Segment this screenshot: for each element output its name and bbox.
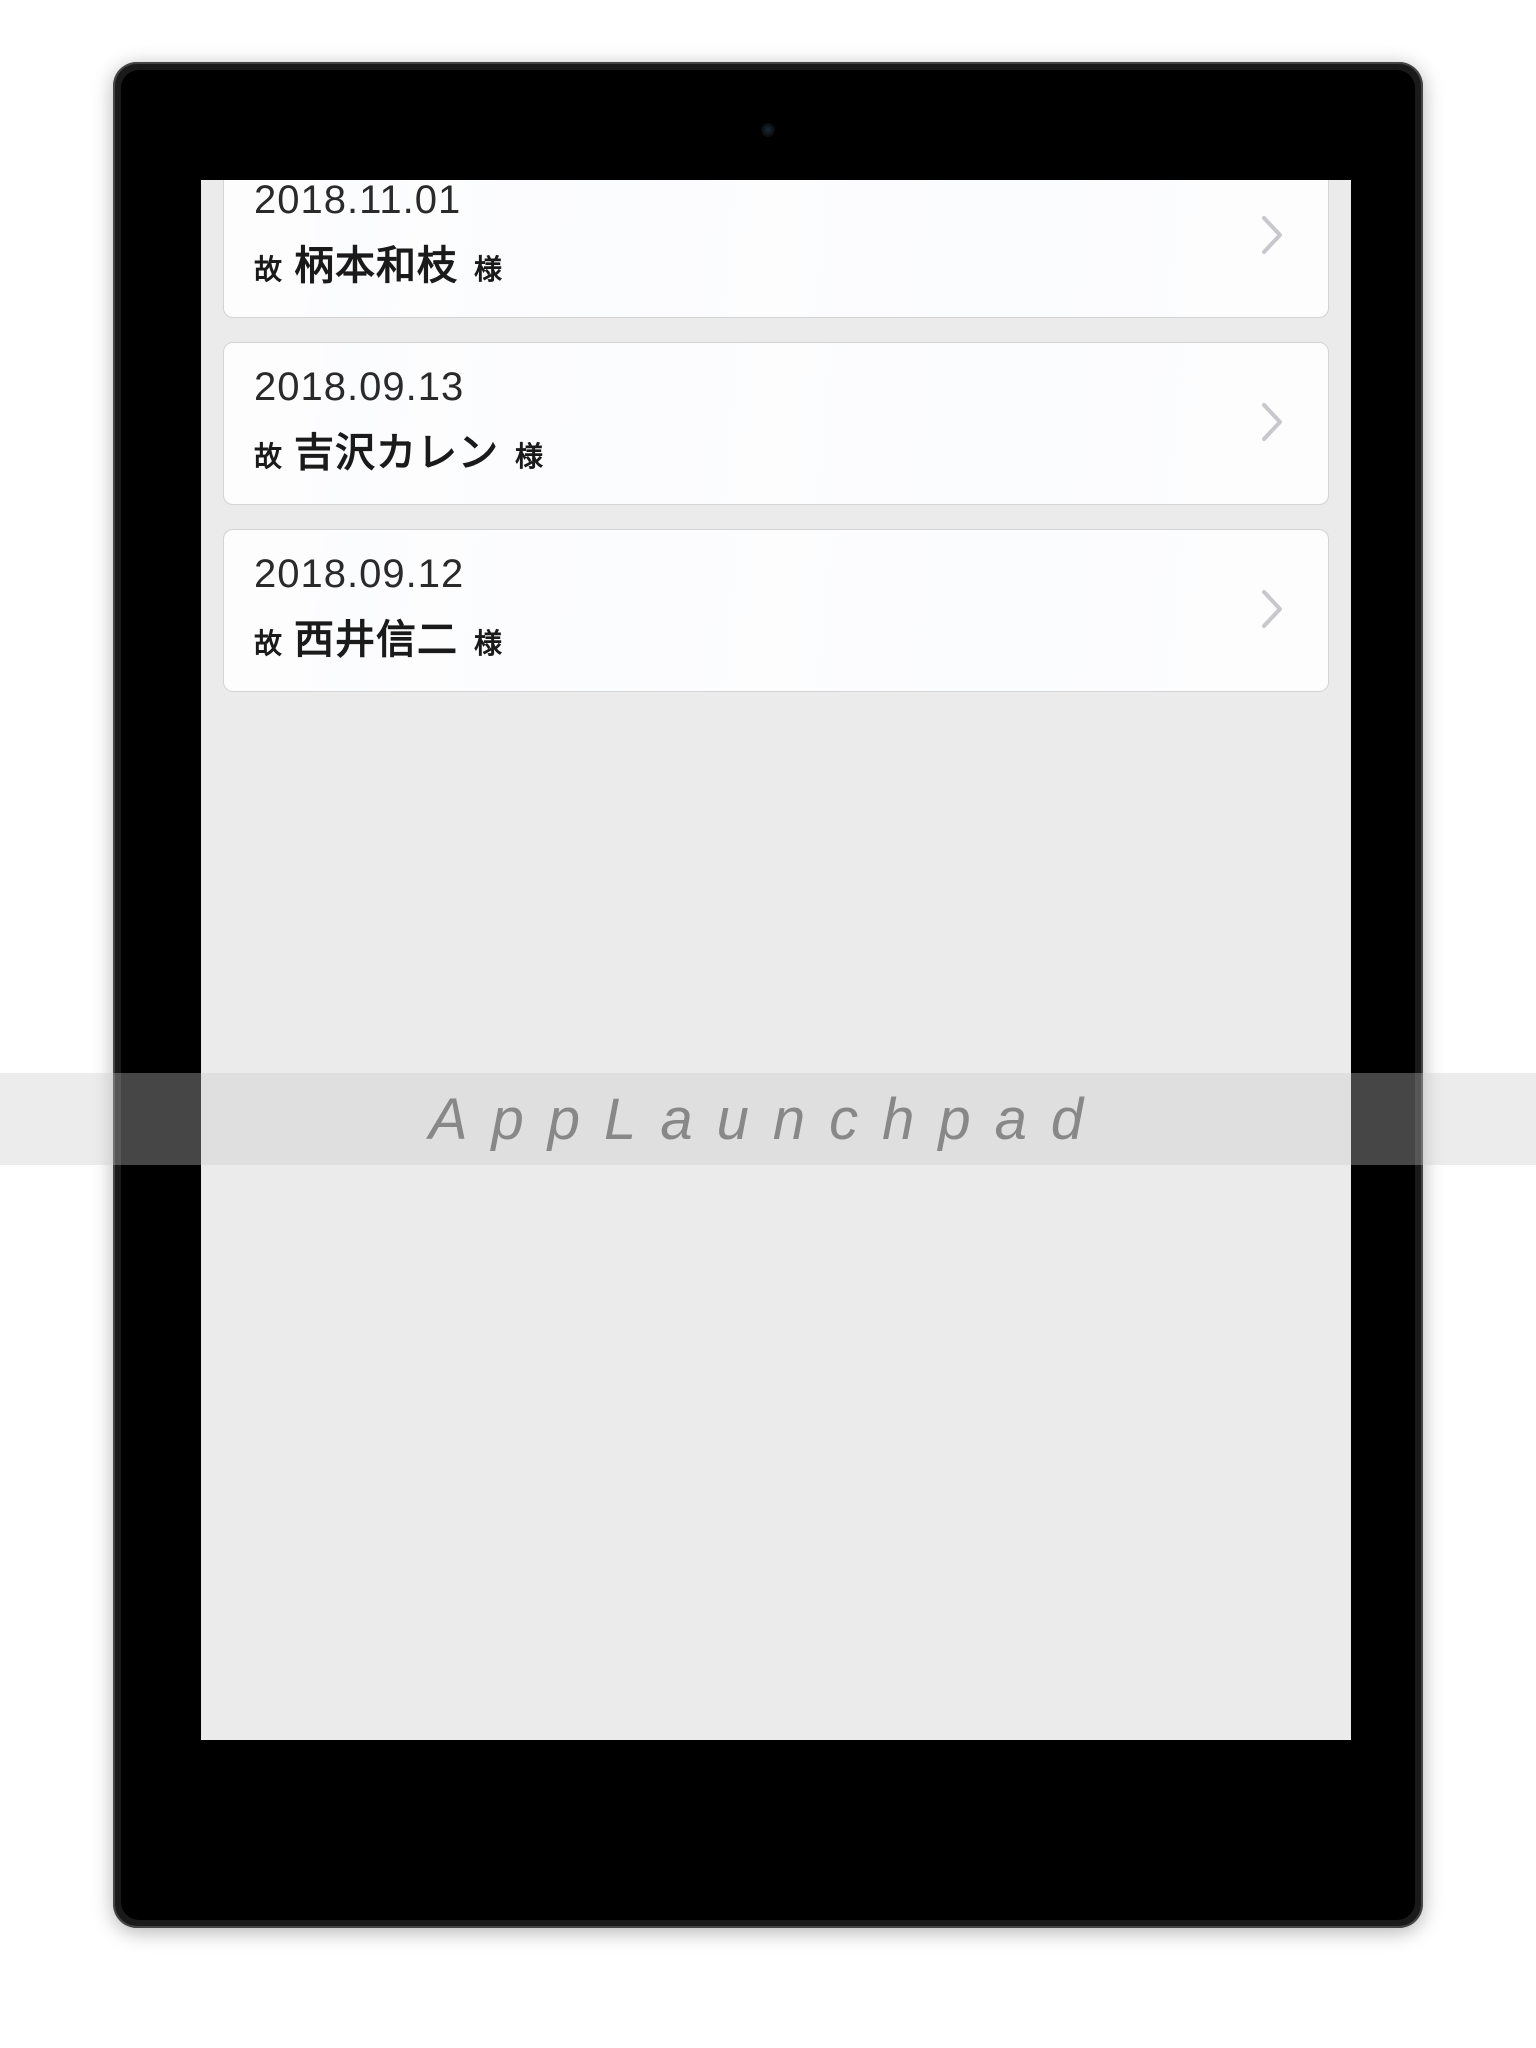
entry-suffix: 様 — [515, 435, 543, 475]
entry-date: 2018.09.13 — [254, 365, 1260, 410]
chevron-right-icon — [1260, 588, 1288, 630]
entry-name-line: 故 柄本和枝 様 — [254, 233, 1260, 291]
chevron-right-icon — [1260, 214, 1288, 256]
entry-name-line: 故 西井信二 様 — [254, 607, 1260, 665]
entry-prefix: 故 — [254, 248, 282, 288]
entry-prefix: 故 — [254, 622, 282, 662]
entry-name: 柄本和枝 — [294, 233, 458, 291]
watermark-band: AppLaunchpad — [0, 1073, 1536, 1165]
list-item-content: 2018.09.12 故 西井信二 様 — [254, 552, 1260, 665]
list-item[interactable]: 2018.11.01 故 柄本和枝 様 — [223, 180, 1329, 318]
chevron-right-icon — [1260, 401, 1288, 443]
tablet-bezel: 2018.11.01 故 柄本和枝 様 — [121, 70, 1415, 1920]
entry-name-line: 故 吉沢カレン 様 — [254, 420, 1260, 478]
list-item-content: 2018.11.01 故 柄本和枝 様 — [254, 180, 1260, 291]
app-screen: 2018.11.01 故 柄本和枝 様 — [201, 180, 1351, 1740]
entry-prefix: 故 — [254, 435, 282, 475]
watermark-text: AppLaunchpad — [429, 1086, 1107, 1153]
entry-list: 2018.11.01 故 柄本和枝 様 — [201, 180, 1351, 692]
tablet-camera — [761, 123, 775, 137]
entry-suffix: 様 — [474, 622, 502, 662]
list-item-content: 2018.09.13 故 吉沢カレン 様 — [254, 365, 1260, 478]
entry-name: 西井信二 — [294, 607, 458, 665]
entry-date: 2018.11.01 — [254, 180, 1260, 223]
tablet-device-frame: 2018.11.01 故 柄本和枝 様 — [113, 62, 1423, 1928]
list-item[interactable]: 2018.09.13 故 吉沢カレン 様 — [223, 342, 1329, 505]
entry-suffix: 様 — [474, 248, 502, 288]
entry-date: 2018.09.12 — [254, 552, 1260, 597]
entry-name: 吉沢カレン — [294, 420, 499, 478]
list-item[interactable]: 2018.09.12 故 西井信二 様 — [223, 529, 1329, 692]
